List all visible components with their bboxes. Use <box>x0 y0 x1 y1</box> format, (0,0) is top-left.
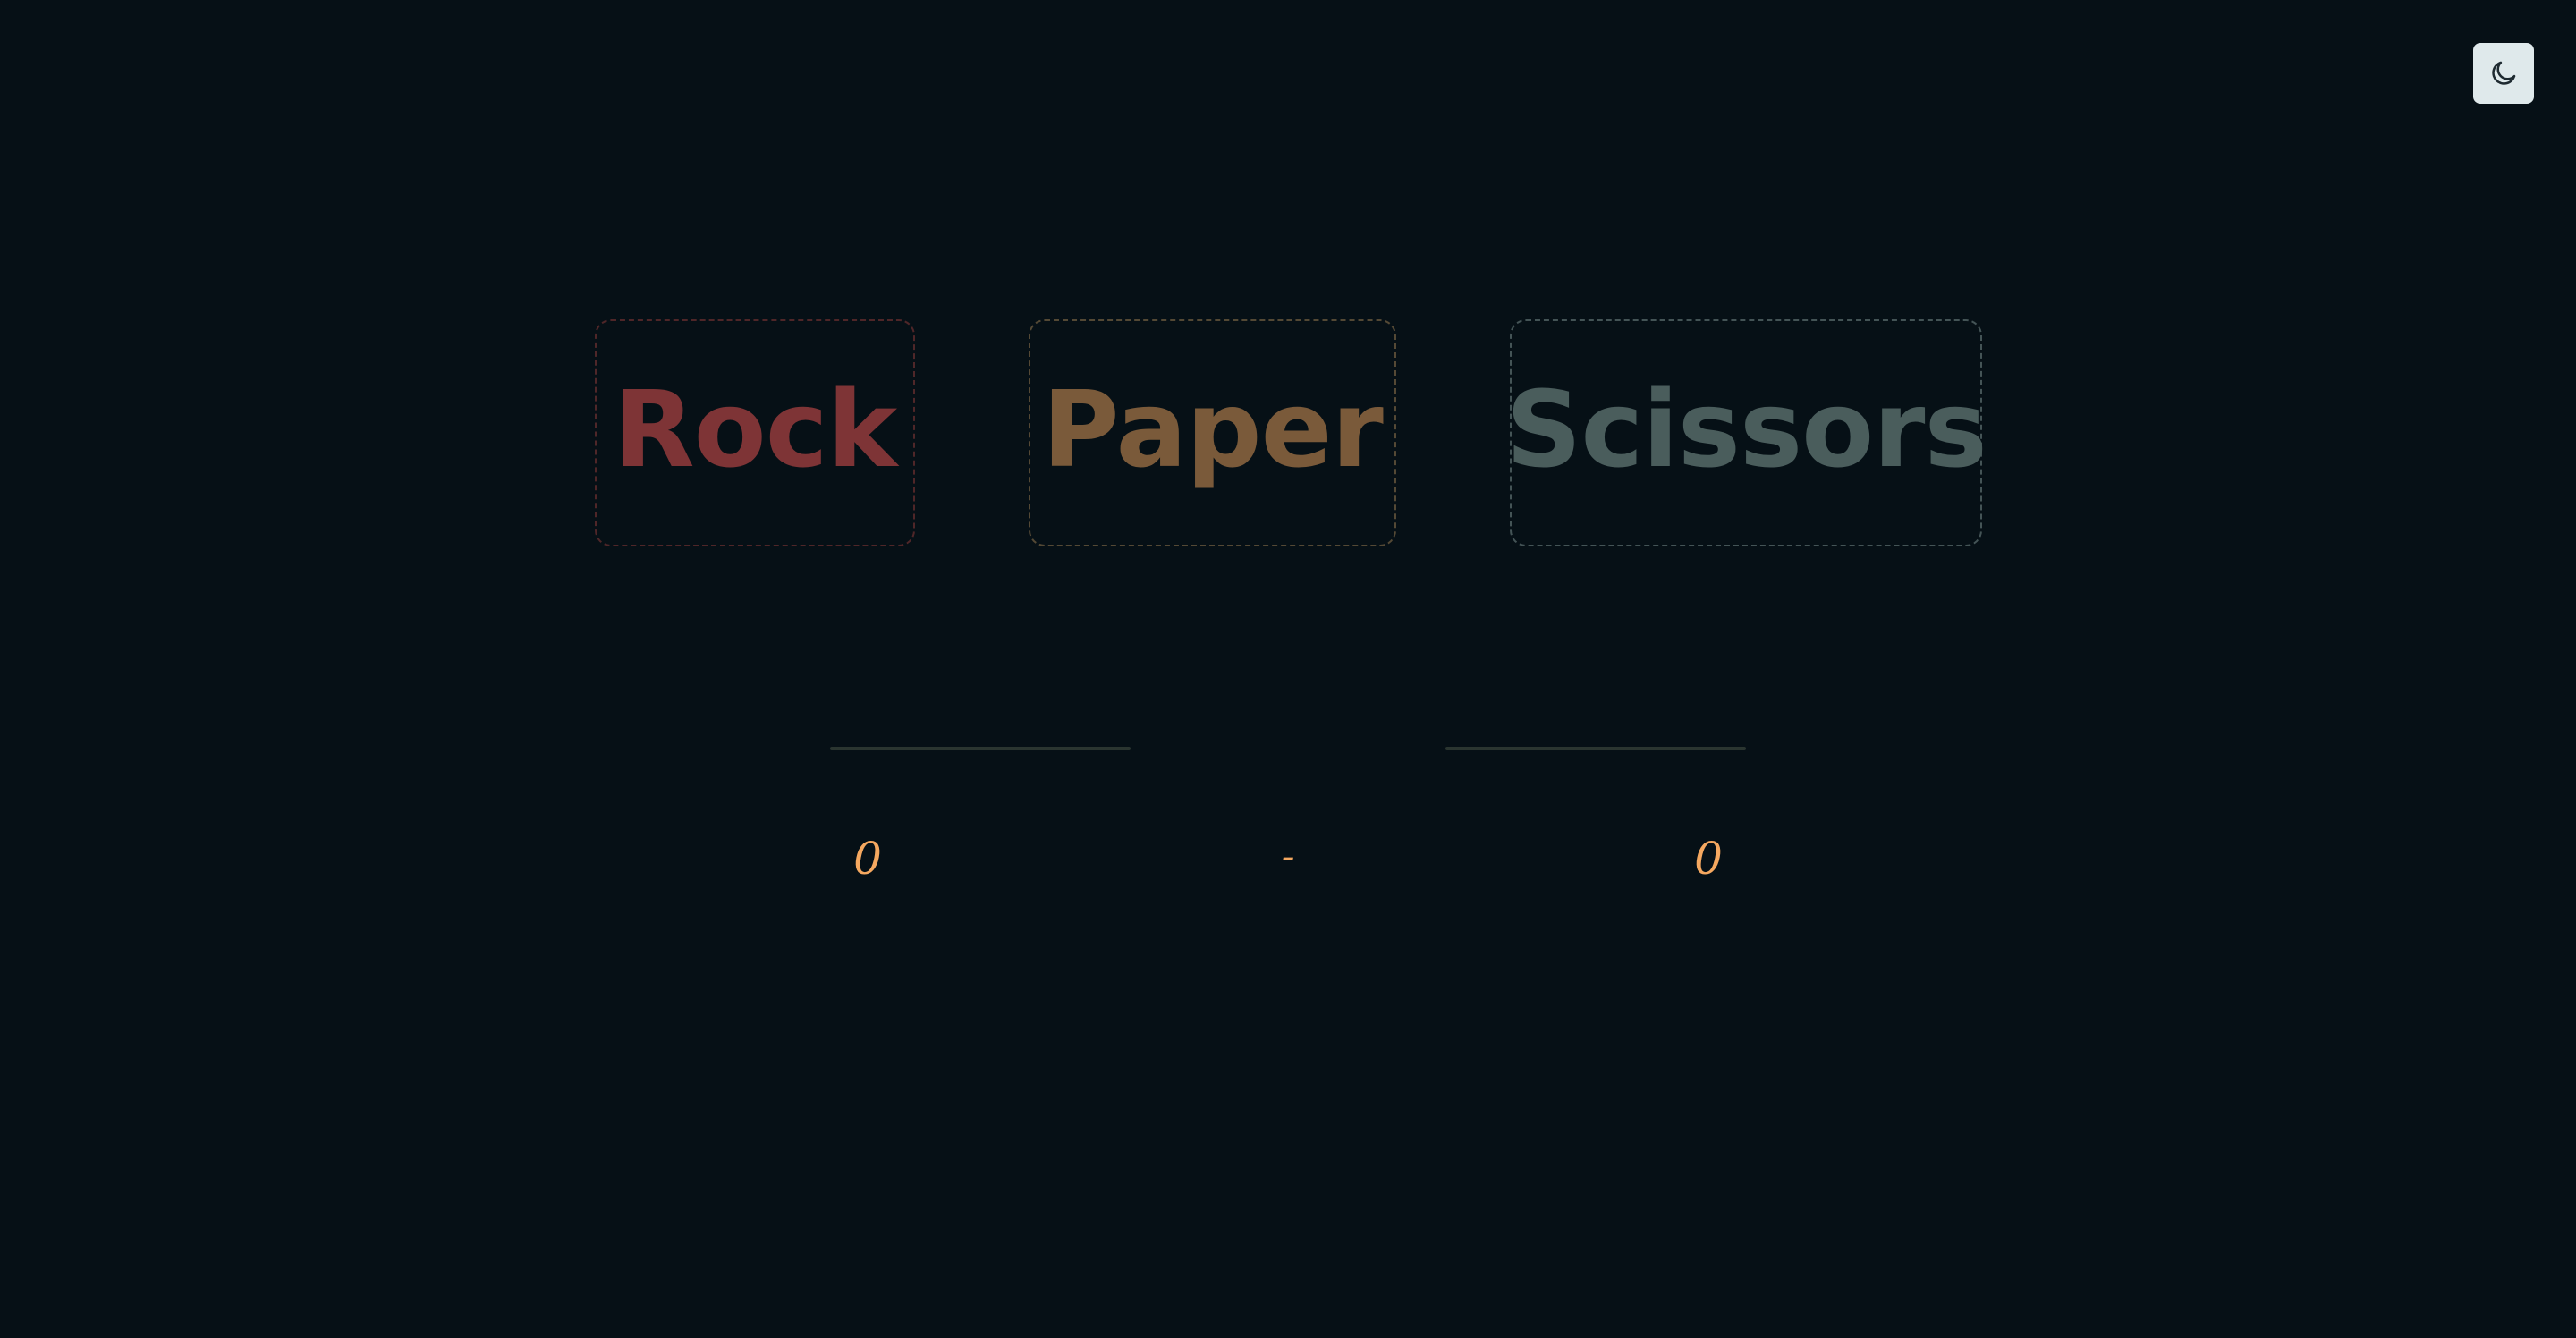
player-divider <box>830 747 1131 750</box>
theme-toggle-button[interactable] <box>2473 43 2534 104</box>
paper-label: Paper <box>1042 368 1384 491</box>
rock-choice-button[interactable]: Rock <box>595 319 915 546</box>
scissors-label: Scissors <box>1505 368 1987 491</box>
player-score: 0 <box>853 833 882 885</box>
scissors-choice-button[interactable]: Scissors <box>1505 319 1987 546</box>
score-separator: - <box>1281 834 1295 879</box>
paper-choice-button[interactable]: Paper <box>1029 319 1396 546</box>
moon-icon <box>2488 58 2519 89</box>
computer-divider <box>1445 747 1746 750</box>
computer-score: 0 <box>1694 833 1723 885</box>
rock-label: Rock <box>613 368 897 491</box>
